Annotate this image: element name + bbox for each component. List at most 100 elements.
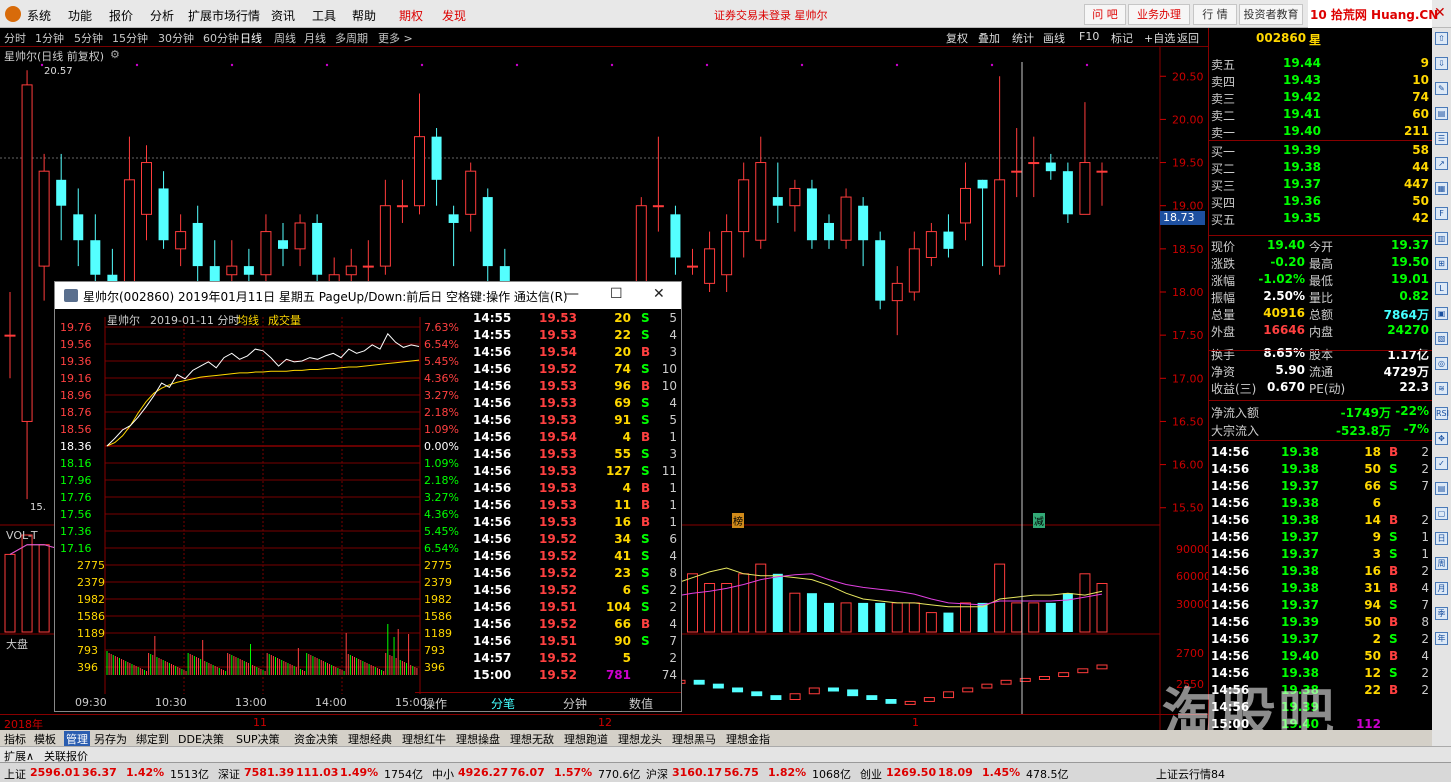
toolbar-right-1[interactable]: 叠加: [978, 30, 1000, 46]
bid-row[interactable]: 买五 19.35 42: [1209, 211, 1433, 228]
intraday-chart[interactable]: 19.76 7.63% 19.56 6.54% 19.36 5.45% 19.16 4.36%…: [55, 309, 469, 711]
menu-system[interactable]: 系统: [27, 7, 51, 24]
toolbar-right-0[interactable]: 复权: [946, 30, 968, 46]
menu-ext-market[interactable]: 扩展市场行情: [188, 7, 260, 24]
period-tab-5[interactable]: 60分钟: [203, 30, 239, 46]
popup-tab-3[interactable]: 数值: [629, 695, 653, 712]
tool-icon[interactable]: ✎: [1435, 82, 1448, 95]
tool-icon[interactable]: 月: [1435, 582, 1448, 595]
intraday-popup[interactable]: 星帅尔(002860) 2019年01月11日 星期五 PageUp/Down:…: [54, 281, 682, 712]
bid-row[interactable]: 买一 19.39 58: [1209, 143, 1433, 160]
ask-row[interactable]: 卖二 19.41 60: [1209, 107, 1433, 124]
tool-icon[interactable]: 日: [1435, 532, 1448, 545]
bottom-tab-2[interactable]: 管理: [64, 731, 90, 747]
period-tab-2[interactable]: 5分钟: [74, 30, 103, 46]
tool-icon[interactable]: ◎: [1435, 357, 1448, 370]
bottom-tab-15[interactable]: 理想金指: [726, 731, 770, 747]
period-tab-7[interactable]: 周线: [274, 30, 296, 46]
ask-button[interactable]: 问 吧: [1084, 4, 1126, 25]
period-tab-1[interactable]: 1分钟: [35, 30, 64, 46]
popup-tab-1[interactable]: 分笔: [491, 695, 515, 712]
tool-icon[interactable]: ▦: [1435, 182, 1448, 195]
tool-icon[interactable]: ✥: [1435, 432, 1448, 445]
tool-icon[interactable]: ⊞: [1435, 257, 1448, 270]
market-button[interactable]: 行 情: [1193, 4, 1237, 25]
menu-discover[interactable]: 发现: [442, 7, 466, 24]
tool-icon[interactable]: ⇩: [1435, 57, 1448, 70]
popup-titlebar[interactable]: 星帅尔(002860) 2019年01月11日 星期五 PageUp/Down:…: [55, 282, 681, 309]
tool-icon[interactable]: 季: [1435, 607, 1448, 620]
tool-icon[interactable]: L: [1435, 282, 1448, 295]
bottom-tab-13[interactable]: 理想龙头: [618, 731, 662, 747]
menu-function[interactable]: 功能: [68, 7, 92, 24]
tool-icon[interactable]: ▤: [1435, 482, 1448, 495]
window-close-icon[interactable]: ✕: [1434, 5, 1446, 21]
menu-tools[interactable]: 工具: [312, 7, 336, 24]
ask-row[interactable]: 卖五 19.44 9: [1209, 56, 1433, 73]
tool-icon[interactable]: ▣: [1435, 307, 1448, 320]
toolbar-right-5[interactable]: 标记: [1111, 30, 1133, 46]
tool-icon[interactable]: ▤: [1435, 107, 1448, 120]
bottom-tab-12[interactable]: 理想跑道: [564, 731, 608, 747]
bid-row[interactable]: 买四 19.36 50: [1209, 194, 1433, 211]
period-tab-3[interactable]: 15分钟: [112, 30, 148, 46]
bottom-tab-5[interactable]: DDE决策: [178, 731, 224, 747]
tool-icon[interactable]: 年: [1435, 632, 1448, 645]
tool-icon[interactable]: ↗: [1435, 157, 1448, 170]
bottom-tab-3[interactable]: 另存为: [94, 731, 127, 747]
tool-icon[interactable]: ▥: [1435, 232, 1448, 245]
period-tab-8[interactable]: 月线: [304, 30, 326, 46]
index-candle: [885, 699, 897, 704]
marker-jian[interactable]: 减: [1033, 513, 1045, 528]
tool-icon[interactable]: ✓: [1435, 457, 1448, 470]
close-icon[interactable]: ✕: [653, 286, 665, 302]
bottom-tab-7[interactable]: 资金决策: [294, 731, 338, 747]
tool-icon[interactable]: 周: [1435, 557, 1448, 570]
menu-options[interactable]: 期权: [399, 7, 423, 24]
period-tab-4[interactable]: 30分钟: [158, 30, 194, 46]
tool-icon[interactable]: ▧: [1435, 332, 1448, 345]
ask-row[interactable]: 卖三 19.42 74: [1209, 90, 1433, 107]
bid-row[interactable]: 买三 19.37 447: [1209, 177, 1433, 194]
investor-edu-button[interactable]: 投资者教育: [1239, 4, 1303, 25]
bottom-tab-9[interactable]: 理想红牛: [402, 731, 446, 747]
business-button[interactable]: 业务办理: [1128, 4, 1190, 25]
bottom-tab-1[interactable]: 模板: [34, 731, 56, 747]
period-tab-0[interactable]: 分时: [4, 30, 26, 46]
tool-icon[interactable]: ▢: [1435, 507, 1448, 520]
period-tab-10[interactable]: 更多 >: [378, 30, 413, 46]
tool-icon[interactable]: RSI: [1435, 407, 1449, 420]
tool-icon[interactable]: ⇧: [1435, 32, 1448, 45]
bottom-tab-11[interactable]: 理想无敌: [510, 731, 554, 747]
tool-icon[interactable]: ≋: [1435, 382, 1448, 395]
bottom-tab-8[interactable]: 理想经典: [348, 731, 392, 747]
tool-icon[interactable]: F: [1435, 207, 1448, 220]
tool-icon[interactable]: ☰: [1435, 132, 1448, 145]
app-logo-icon[interactable]: [5, 6, 21, 22]
bottom-tab-14[interactable]: 理想黑马: [672, 731, 716, 747]
ask-row[interactable]: 卖一 19.40 211: [1209, 124, 1433, 141]
menu-analysis[interactable]: 分析: [150, 7, 174, 24]
minimize-icon[interactable]: —: [565, 286, 579, 302]
toolbar-right-2[interactable]: 统计: [1012, 30, 1034, 46]
maximize-icon[interactable]: ☐: [610, 286, 623, 302]
marker-bang[interactable]: 榜: [732, 513, 744, 528]
bottom-tab-0[interactable]: 指标: [4, 731, 26, 747]
toolbar-right-4[interactable]: F10: [1079, 30, 1099, 43]
toolbar-right-3[interactable]: 画线: [1043, 30, 1065, 46]
chart-settings-icon[interactable]: ⚙: [110, 48, 120, 61]
toolbar-right-6[interactable]: +自选: [1144, 30, 1175, 46]
menu-news[interactable]: 资讯: [271, 7, 295, 24]
popup-tab-2[interactable]: 分钟: [563, 695, 587, 712]
period-tab-9[interactable]: 多周期: [335, 30, 368, 46]
ask-row[interactable]: 卖四 19.43 10: [1209, 73, 1433, 90]
toolbar-right-7[interactable]: 返回: [1177, 30, 1199, 46]
bottom-tab-6[interactable]: SUP决策: [236, 731, 280, 747]
menu-help[interactable]: 帮助: [352, 7, 376, 24]
period-tab-6[interactable]: 日线: [240, 30, 262, 46]
popup-tab-0[interactable]: 操作: [423, 695, 447, 712]
menu-quote[interactable]: 报价: [109, 7, 133, 24]
bid-row[interactable]: 买二 19.38 44: [1209, 160, 1433, 177]
bottom-tab-4[interactable]: 绑定到: [136, 731, 169, 747]
bottom-tab-10[interactable]: 理想操盘: [456, 731, 500, 747]
